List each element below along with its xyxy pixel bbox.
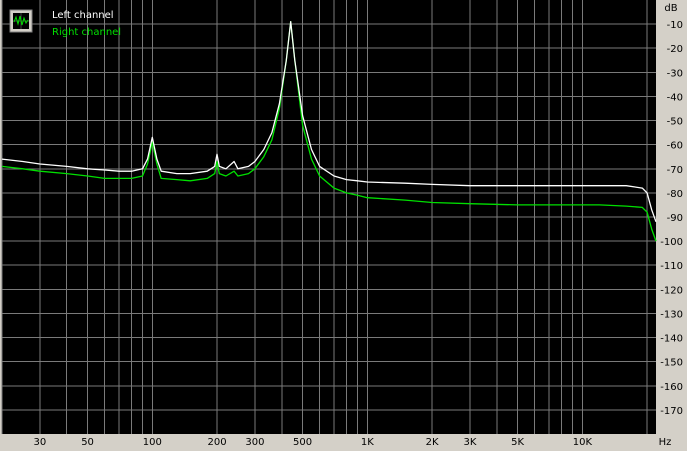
y-tick-label: -50: [667, 117, 683, 128]
y-tick-label: -100: [660, 237, 683, 248]
x-tick-labels: 30 50 100 200 300 500 1K 2K 3K 5K 10K: [33, 437, 592, 448]
y-tick-labels: -10 -20 -30 -40 -50 -60 -70 -80 -90 -100 -110 -120 -…: [660, 20, 683, 417]
x-tick-label: 100: [143, 437, 162, 448]
y-tick-label: -110: [660, 261, 683, 272]
x-tick-label: 1K: [361, 437, 374, 448]
y-tick-label: -170: [660, 406, 683, 417]
y-tick-label: -130: [660, 309, 683, 320]
y-tick-label: -40: [667, 92, 683, 103]
y-tick-label: -70: [667, 165, 683, 176]
y-tick-label: -10: [667, 20, 683, 31]
x-tick-label: 200: [207, 437, 226, 448]
x-tick-label: 2K: [426, 437, 439, 448]
y-tick-label: -140: [660, 334, 683, 345]
x-tick-label: 300: [245, 437, 264, 448]
x-tick-label: 10K: [573, 437, 593, 448]
y-tick-label: -30: [667, 68, 683, 79]
x-unit-label: Hz: [659, 437, 672, 448]
y-tick-label: -90: [667, 213, 683, 224]
x-tick-label: 50: [81, 437, 94, 448]
y-tick-label: -20: [667, 44, 683, 55]
y-tick-label: -60: [667, 141, 683, 152]
y-tick-label: -120: [660, 285, 683, 296]
x-tick-label: 3K: [463, 437, 476, 448]
legend-left-channel: Left channel: [52, 10, 114, 21]
y-tick-label: -160: [660, 382, 683, 393]
y-tick-label: -150: [660, 358, 683, 369]
y-tick-label: -80: [667, 189, 683, 200]
spectrum-chart: -10 -20 -30 -40 -50 -60 -70 -80 -90 -100 -110 -120 -…: [1, 0, 683, 448]
x-tick-label: 30: [33, 437, 46, 448]
legend-right-channel: Right channel: [52, 27, 121, 38]
oscilloscope-icon[interactable]: [9, 9, 33, 33]
x-tick-label: 500: [293, 437, 312, 448]
y-unit-label: dB: [664, 3, 677, 14]
x-tick-label: 5K: [511, 437, 524, 448]
